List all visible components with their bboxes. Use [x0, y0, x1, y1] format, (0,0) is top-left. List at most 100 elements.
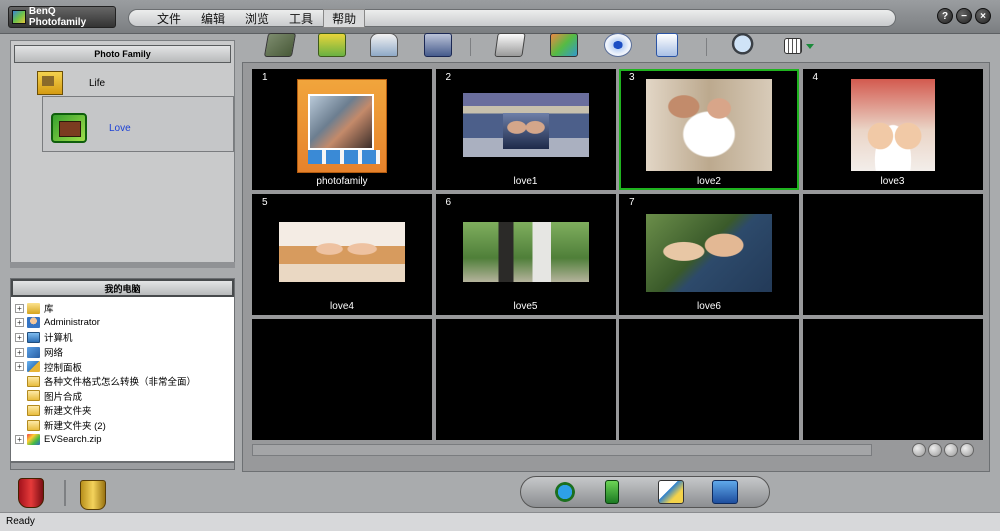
photo-icon[interactable]: [263, 33, 297, 57]
thumbnail-image[interactable]: [297, 79, 387, 173]
album-life-label: Life: [89, 77, 106, 89]
help-button[interactable]: ?: [937, 8, 953, 24]
tree-item-new-folder-2[interactable]: 新建文件夹 (2): [15, 418, 231, 433]
tree-item-label: Administrator: [44, 317, 100, 329]
save-icon[interactable]: [424, 33, 452, 57]
thumbnail-cell[interactable]: 4 love3: [802, 69, 983, 190]
folder-tree-title: 我的电脑: [11, 279, 234, 297]
menu-edit[interactable]: 编辑: [191, 10, 235, 27]
thumbnail-cell[interactable]: 6 love5: [435, 194, 616, 315]
minimize-button[interactable]: −: [956, 8, 972, 24]
magnifier-icon[interactable]: [730, 33, 758, 57]
thumbnail-image[interactable]: [850, 79, 935, 171]
menu-help[interactable]: 帮助: [323, 8, 366, 28]
close-button[interactable]: ×: [975, 8, 991, 24]
menu-file[interactable]: 文件: [147, 10, 191, 27]
empty-thumbnail-cell: [802, 194, 983, 315]
tree-item-folder-conversion[interactable]: 各种文件格式怎么转换（非常全面）: [15, 374, 231, 389]
thumbnail-cell[interactable]: 1 photofamily: [252, 69, 432, 190]
thumbnail-name: love4: [330, 301, 354, 312]
bottom-separator: [64, 480, 66, 506]
thumbnail-cell[interactable]: 7 love6: [619, 194, 799, 315]
album-love[interactable]: Love: [51, 113, 131, 143]
expand-icon[interactable]: +: [15, 435, 24, 445]
mail-icon[interactable]: [658, 480, 684, 504]
thumbnail-name: love5: [513, 301, 538, 312]
next-page-icon[interactable]: [944, 443, 958, 457]
title-bar: BenQ Photofamily 文件 编辑 浏览 工具 帮助 ? − ×: [0, 0, 1000, 34]
expand-icon[interactable]: +: [15, 347, 24, 357]
tree-item-label: 新建文件夹: [44, 406, 92, 418]
thumbnail-name: photofamily: [316, 176, 368, 187]
tree-item-label: 控制面板: [44, 362, 83, 374]
folder-icon: [27, 404, 40, 416]
thumbnail-number: 4: [812, 72, 819, 83]
print-icon[interactable]: [494, 33, 526, 57]
thumbnail-scroll-area: [252, 440, 983, 462]
thumbnail-image[interactable]: [646, 214, 772, 292]
eye-icon[interactable]: [604, 33, 632, 57]
expand-icon[interactable]: +: [15, 303, 24, 313]
bottom-bar: [0, 472, 1000, 512]
empty-thumbnail-cell: [252, 319, 432, 440]
edit-icon[interactable]: [550, 33, 578, 57]
tree-item-administrator[interactable]: + Administrator: [15, 316, 231, 331]
thumbnail-name: love3: [880, 176, 905, 187]
open-folder-icon[interactable]: [318, 33, 346, 57]
thumbnail-number: 1: [262, 72, 268, 83]
thumbnail-image[interactable]: [462, 93, 589, 157]
zip-icon: [27, 434, 40, 446]
tree-item-folder-compose[interactable]: 图片合成: [15, 389, 231, 404]
albums-scrollbar[interactable]: [10, 262, 235, 268]
tree-item-network[interactable]: + 网络: [15, 345, 231, 360]
album-icon: [51, 113, 87, 143]
scanner-icon[interactable]: [370, 33, 398, 57]
document-icon[interactable]: [656, 33, 678, 57]
toolbar-separator: [470, 38, 471, 56]
expand-icon[interactable]: +: [15, 362, 24, 372]
thumbnail-cell[interactable]: 2 love1: [435, 69, 616, 190]
expand-icon[interactable]: +: [15, 332, 24, 342]
tree-item-computer[interactable]: + 计算机: [15, 330, 231, 345]
empty-thumbnail-cell: [619, 319, 799, 440]
thumbnail-image[interactable]: [279, 222, 405, 282]
empty-thumbnail-cell: [435, 319, 616, 440]
web-icon[interactable]: [552, 480, 578, 504]
menu-browse[interactable]: 浏览: [235, 10, 279, 27]
expand-icon[interactable]: +: [15, 318, 24, 328]
network-icon: [27, 346, 40, 358]
thumbnail-scrollbar[interactable]: [252, 444, 872, 456]
empty-thumbnail-cell: [802, 319, 983, 440]
thumbnail-cell-selected[interactable]: 3 love2: [619, 69, 799, 190]
folder-tree-scrollbar[interactable]: [10, 462, 235, 470]
chevron-down-icon[interactable]: [806, 44, 814, 49]
thumbnail-number: 5: [262, 197, 268, 208]
phone-icon[interactable]: [605, 480, 619, 504]
first-page-icon[interactable]: [912, 443, 926, 457]
tree-item-evsearch-zip[interactable]: + EVSearch.zip: [15, 432, 231, 447]
thumbnail-cell[interactable]: 5 love4: [252, 194, 432, 315]
album-life[interactable]: Life: [37, 71, 105, 95]
thumbnail-number: 7: [629, 197, 635, 208]
folder-icon: [27, 419, 40, 431]
tree-item-library[interactable]: + 库: [15, 301, 231, 316]
tree-item-label: EVSearch.zip: [44, 434, 102, 446]
tree-item-control-panel[interactable]: + 控制面板: [15, 359, 231, 374]
fax-icon[interactable]: [712, 480, 738, 504]
thumbnail-image[interactable]: [646, 79, 772, 171]
tree-item-new-folder[interactable]: 新建文件夹: [15, 403, 231, 418]
folder-icon: [27, 375, 40, 387]
menu-tools[interactable]: 工具: [279, 10, 323, 27]
tree-item-label: 各种文件格式怎么转换（非常全面）: [44, 377, 197, 389]
folder-icon: [27, 390, 40, 402]
film-roll-icon[interactable]: [18, 478, 44, 508]
tree-item-label: 网络: [44, 348, 64, 360]
view-mode-icon[interactable]: [784, 38, 802, 54]
prev-page-icon[interactable]: [928, 443, 942, 457]
folder-icon: [37, 71, 63, 95]
last-page-icon[interactable]: [960, 443, 974, 457]
tree-item-label: 图片合成: [44, 391, 83, 403]
thumbnail-image[interactable]: [462, 222, 589, 282]
trash-icon[interactable]: [80, 480, 106, 510]
user-icon: [27, 317, 40, 329]
